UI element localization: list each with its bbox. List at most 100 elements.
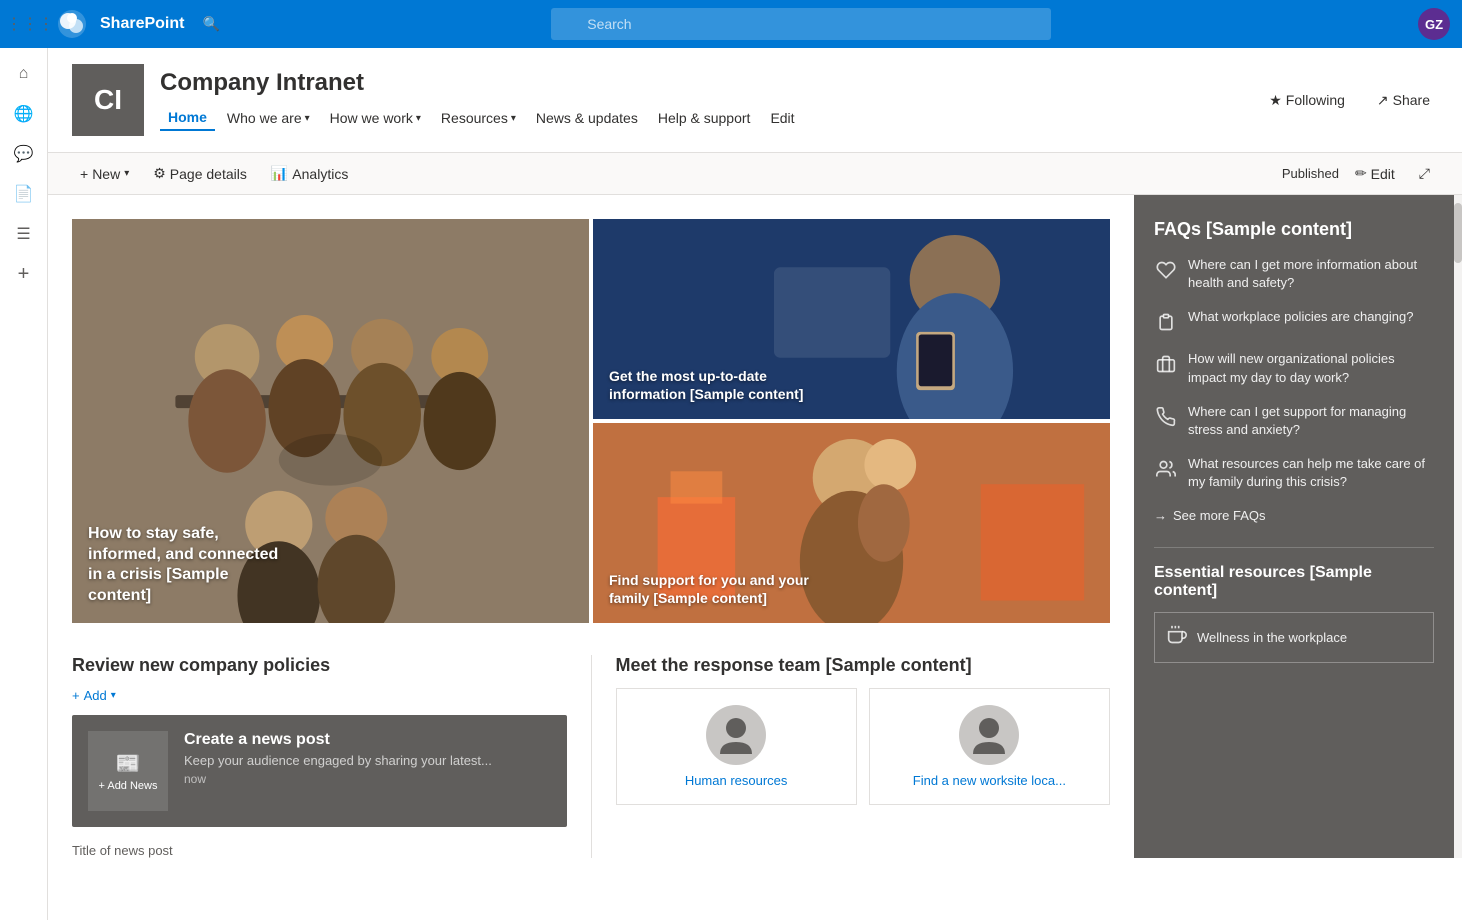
- faq-text-2: What workplace policies are changing?: [1188, 308, 1413, 326]
- chevron-icon: ▾: [511, 113, 516, 124]
- avatar-worksite: [959, 705, 1019, 765]
- clipboard-icon: [1154, 310, 1178, 334]
- faq-title: FAQs [Sample content]: [1154, 219, 1434, 240]
- arrow-icon: →: [1154, 508, 1167, 523]
- heart-icon: [1154, 258, 1178, 282]
- search-input[interactable]: [551, 8, 1051, 40]
- chevron-icon: ▾: [305, 113, 310, 124]
- response-team-section: Meet the response team [Sample content] …: [591, 655, 1111, 858]
- sidebar-add-icon[interactable]: +: [6, 256, 42, 292]
- plus-icon: +: [72, 688, 80, 703]
- resource-card-wellness[interactable]: Wellness in the workplace: [1154, 612, 1434, 663]
- new-label: New: [92, 166, 120, 182]
- user-avatar[interactable]: GZ: [1418, 8, 1450, 40]
- main-layout: ⌂ 🌐 💬 📄 ☰ + CI Company Intranet Home Who…: [0, 48, 1462, 920]
- page-toolbar: + New ▾ ⚙ Page details 📊 Analytics Publi…: [48, 153, 1462, 195]
- team-card-hr[interactable]: Human resources: [616, 688, 857, 805]
- briefcase-icon: [1154, 352, 1178, 376]
- waffle-menu[interactable]: ⋮⋮⋮: [12, 6, 48, 42]
- nav-who-we-are[interactable]: Who we are ▾: [219, 106, 318, 130]
- add-label: Add: [84, 688, 107, 703]
- team-member-name-hr[interactable]: Human resources: [685, 773, 788, 788]
- site-logo: CI: [72, 64, 144, 136]
- page-content: How to stay safe, informed, and connecte…: [48, 195, 1462, 858]
- team-member-name-worksite[interactable]: Find a new worksite loca...: [913, 773, 1066, 788]
- news-section-title: Review new company policies: [72, 655, 567, 676]
- new-button[interactable]: + New ▾: [72, 162, 137, 186]
- share-label: Share: [1393, 92, 1430, 108]
- faq-item-4[interactable]: Where can I get support for managing str…: [1154, 403, 1434, 439]
- page-details-button[interactable]: ⚙ Page details: [145, 161, 255, 186]
- sidebar-home-icon[interactable]: ⌂: [6, 56, 42, 92]
- site-title-area: Company Intranet Home Who we are ▾ How w…: [160, 69, 1261, 131]
- share-button[interactable]: ↗ Share: [1369, 88, 1438, 113]
- nav-edit[interactable]: Edit: [762, 106, 802, 130]
- analytics-label: Analytics: [292, 166, 348, 182]
- hero-item-bottom-right[interactable]: Find support for you and your family [Sa…: [593, 423, 1110, 623]
- faq-item-2[interactable]: What workplace policies are changing?: [1154, 308, 1434, 334]
- scrollbar-thumb[interactable]: [1454, 203, 1462, 263]
- hero-grid: How to stay safe, informed, and connecte…: [72, 219, 1110, 623]
- sidebar-list-icon[interactable]: ☰: [6, 216, 42, 252]
- following-label: Following: [1286, 92, 1345, 108]
- resource-text-wellness: Wellness in the workplace: [1197, 630, 1347, 645]
- nav-resources[interactable]: Resources ▾: [433, 106, 524, 130]
- add-button[interactable]: + Add ▾: [72, 688, 567, 703]
- main-content-area: CI Company Intranet Home Who we are ▾ Ho…: [48, 48, 1462, 920]
- content-row: Review new company policies + Add ▾ 📰 + …: [48, 655, 1134, 858]
- hero-section: How to stay safe, informed, and connecte…: [48, 195, 1134, 623]
- top-navigation: ⋮⋮⋮ SharePoint 🔍 GZ: [0, 0, 1462, 48]
- hero-label-top-right: Get the most up-to-date information [Sam…: [609, 367, 809, 403]
- expand-button[interactable]: ⤢: [1411, 161, 1438, 186]
- person-icon: [720, 716, 752, 754]
- faq-item-1[interactable]: Where can I get more information about h…: [1154, 256, 1434, 292]
- nav-help-support[interactable]: Help & support: [650, 106, 759, 130]
- coffee-icon: [1167, 625, 1187, 650]
- sidebar-divider: [1154, 547, 1434, 548]
- phone-icon: [1154, 405, 1178, 429]
- hero-item-top-right[interactable]: Get the most up-to-date information [Sam…: [593, 219, 1110, 419]
- news-card-description: Keep your audience engaged by sharing yo…: [184, 753, 551, 768]
- app-name: SharePoint: [100, 15, 184, 33]
- site-header-actions: ★ Following ↗ Share: [1261, 88, 1438, 113]
- page-scrollable: How to stay safe, informed, and connecte…: [48, 195, 1134, 858]
- essential-resources-title: Essential resources [Sample content]: [1154, 564, 1434, 600]
- people-icon: [1154, 457, 1178, 481]
- page-details-label: Page details: [170, 166, 247, 182]
- hero-label-left: How to stay safe, informed, and connecte…: [88, 524, 288, 607]
- scrollbar-track[interactable]: [1454, 195, 1462, 858]
- hero-label-bottom-right: Find support for you and your family [Sa…: [609, 571, 809, 607]
- sharepoint-logo: [56, 8, 88, 40]
- see-more-faqs[interactable]: → See more FAQs: [1154, 508, 1434, 523]
- plus-icon: +: [80, 166, 88, 182]
- faq-item-5[interactable]: What resources can help me take care of …: [1154, 455, 1434, 491]
- faq-item-3[interactable]: How will new organizational policies imp…: [1154, 350, 1434, 386]
- nav-how-we-work[interactable]: How we work ▾: [322, 106, 429, 130]
- response-team-title: Meet the response team [Sample content]: [616, 655, 1111, 676]
- sidebar-chat-icon[interactable]: 💬: [6, 136, 42, 172]
- team-grid: Human resources Find a new worksite loca: [616, 688, 1111, 805]
- news-card-content: Create a news post Keep your audience en…: [184, 731, 551, 786]
- news-card-title: Create a news post: [184, 731, 551, 749]
- sidebar-globe-icon[interactable]: 🌐: [6, 96, 42, 132]
- published-badge: Published: [1282, 166, 1339, 181]
- news-card-time: now: [184, 772, 551, 786]
- analytics-button[interactable]: 📊 Analytics: [263, 161, 356, 186]
- nav-home[interactable]: Home: [160, 105, 215, 131]
- sidebar-document-icon[interactable]: 📄: [6, 176, 42, 212]
- faq-text-5: What resources can help me take care of …: [1188, 455, 1434, 491]
- site-title: Company Intranet: [160, 69, 1261, 97]
- edit-button[interactable]: ✏ Edit: [1347, 161, 1403, 186]
- news-card: 📰 + Add News Create a news post Keep you…: [72, 715, 567, 827]
- following-button[interactable]: ★ Following: [1261, 88, 1353, 113]
- star-icon: ★: [1269, 92, 1282, 109]
- gear-icon: ⚙: [153, 165, 166, 182]
- avatar-hr: [706, 705, 766, 765]
- chart-icon: 📊: [271, 165, 288, 182]
- nav-news-updates[interactable]: News & updates: [528, 106, 646, 130]
- add-news-button[interactable]: 📰 + Add News: [88, 731, 168, 811]
- site-nav: Home Who we are ▾ How we work ▾ Resource…: [160, 105, 1261, 131]
- hero-item-left[interactable]: How to stay safe, informed, and connecte…: [72, 219, 589, 623]
- person-icon: [973, 716, 1005, 754]
- team-card-worksite[interactable]: Find a new worksite loca...: [869, 688, 1110, 805]
